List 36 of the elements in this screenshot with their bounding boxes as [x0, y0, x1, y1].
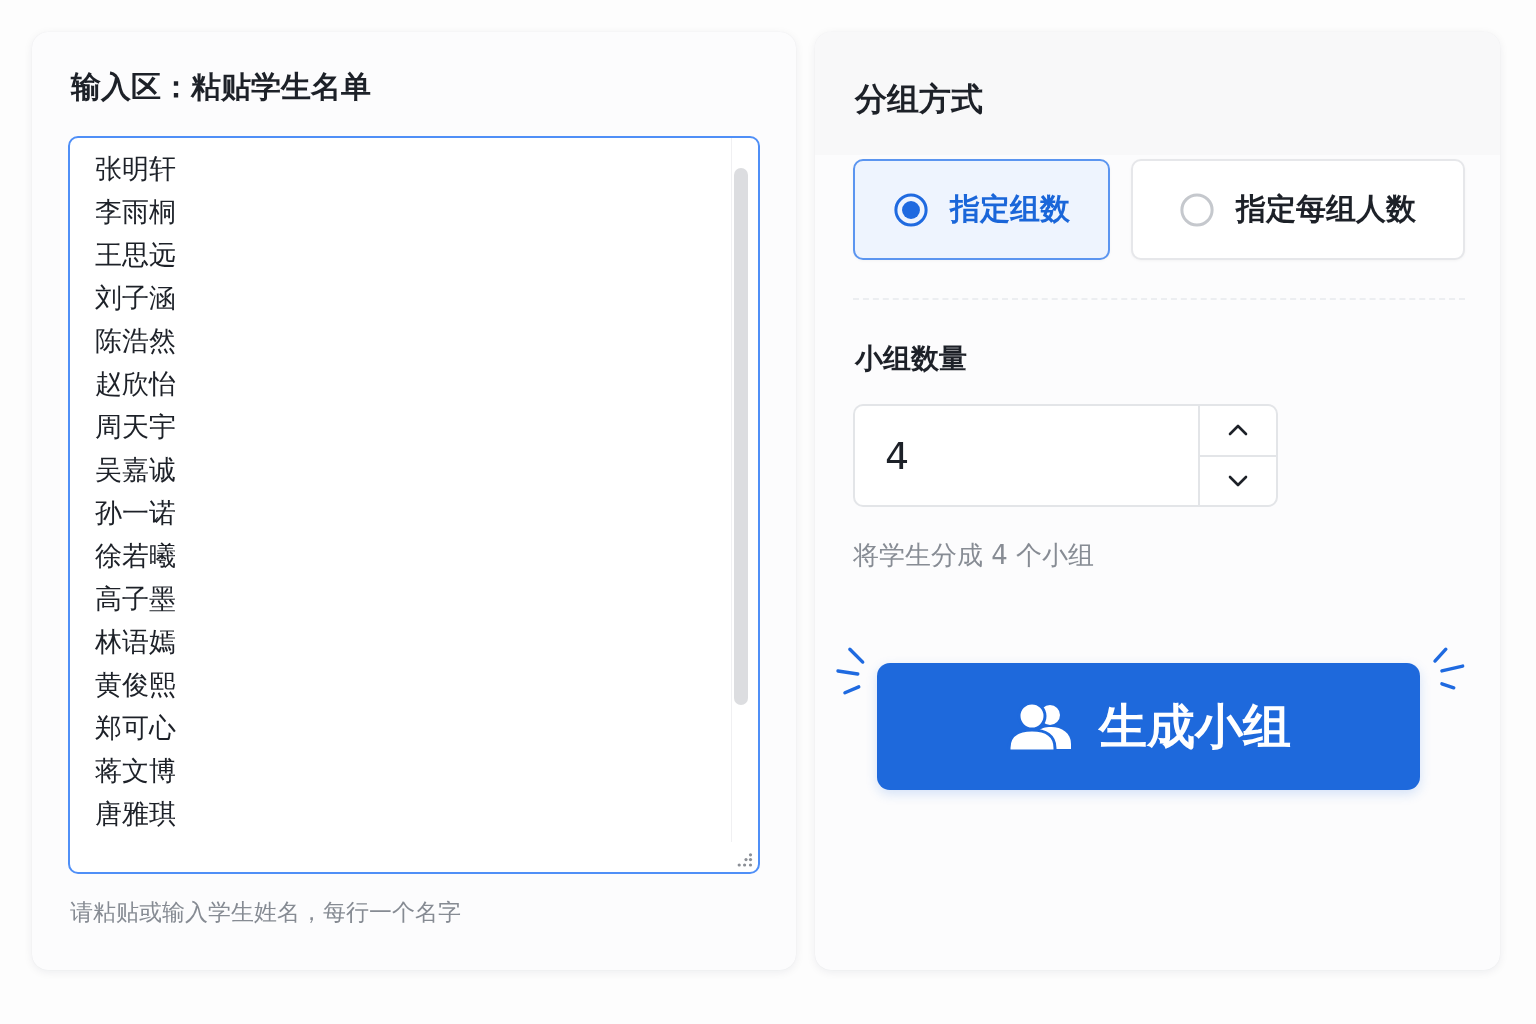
student-name: 赵欣怡: [95, 367, 176, 401]
student-name: 陈浩然: [95, 324, 176, 358]
student-name: 王思远: [95, 238, 176, 272]
student-name: 郑可心: [95, 711, 176, 745]
student-name: 蒋文博: [95, 754, 176, 788]
decrement-button[interactable]: [1198, 455, 1278, 507]
input-hint: 请粘贴或输入学生姓名，每行一个名字: [70, 898, 461, 927]
student-name: 孙一诺: [95, 496, 176, 530]
student-name: 吴嘉诚: [95, 453, 176, 487]
group-count-input[interactable]: 4: [853, 404, 1198, 507]
student-name: 张明轩: [95, 152, 176, 186]
names-textarea[interactable]: 张明轩 李雨桐 王思远 刘子涵 陈浩然 赵欣怡 周天宇 吴嘉诚 孙一诺 徐若曦 高子墨 林语嫣 黄俊熙 郑可心 蒋文博 唐雅琪: [68, 136, 760, 874]
mode-option[interactable]: 指定组数: [853, 159, 1110, 260]
grouping-panel-title: 分组方式: [855, 79, 983, 119]
student-name: 李雨桐: [95, 195, 176, 229]
radio-empty-icon: [1180, 192, 1214, 227]
input-panel-title: 输入区：粘贴学生名单: [69, 68, 371, 106]
student-name: 黄俊熙: [95, 668, 176, 702]
resize-grip-icon[interactable]: [737, 853, 753, 867]
student-name: 唐雅琪: [95, 797, 176, 831]
student-name: 林语嫣: [95, 625, 176, 659]
chevron-down-icon: [1228, 474, 1248, 487]
scrollbar-thumb[interactable]: [734, 168, 748, 705]
chevron-up-icon: [1228, 424, 1248, 437]
mode-option[interactable]: 指定每组人数: [1131, 159, 1465, 260]
student-name: 高子墨: [95, 582, 176, 616]
student-name: 周天宇: [95, 410, 176, 444]
generate-groups-button[interactable]: 生成小组: [876, 663, 1421, 790]
radio-selected-icon: [893, 192, 928, 227]
student-name: 徐若曦: [95, 539, 176, 573]
student-name: 刘子涵: [95, 281, 176, 315]
group-summary: 将学生分成 4 个小组: [853, 539, 1095, 572]
group-count-label: 小组数量: [853, 341, 967, 377]
sparkle-lines-icon: [836, 646, 866, 696]
sparkle-lines-icon: [1431, 646, 1465, 692]
increment-button[interactable]: [1198, 404, 1278, 456]
